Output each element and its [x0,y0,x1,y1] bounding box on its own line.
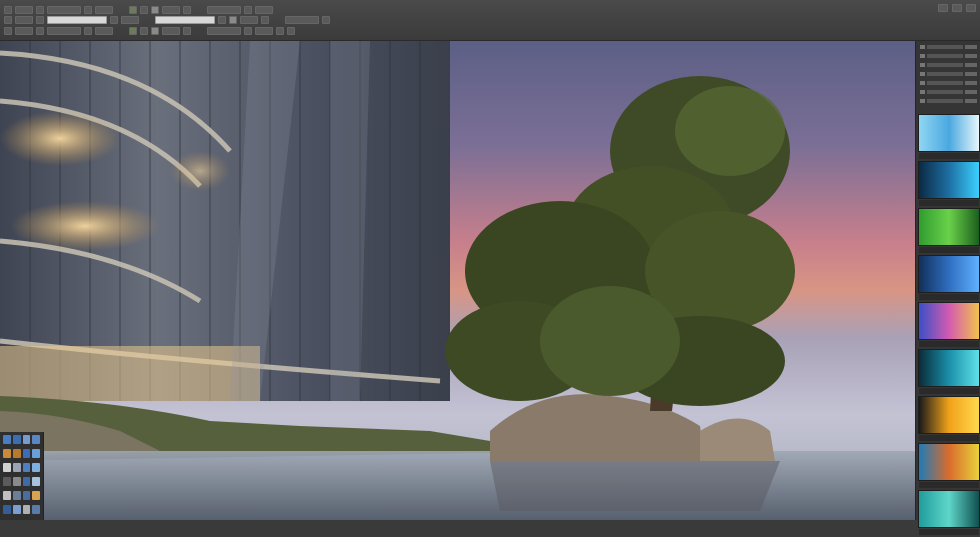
tree-rocks [490,394,780,511]
thumbnail-caption-bar [919,341,979,347]
thumb-blue-grid[interactable] [918,255,980,300]
thumbnail-caption-bar [919,388,979,394]
thumb-green[interactable] [918,208,980,253]
toolbar-button[interactable] [121,16,139,24]
toolbar-button[interactable] [322,16,330,24]
color-swatch[interactable] [32,505,40,514]
thumbnail-list [918,114,980,537]
minimize-button[interactable] [938,4,948,12]
thumb-circuit[interactable] [918,161,980,206]
thumb-wave[interactable] [918,349,980,394]
thumbnail-caption-bar [919,200,979,206]
color-swatch[interactable] [3,449,11,458]
viewport-canvas[interactable] [0,41,915,520]
properties-section [916,41,980,104]
property-row[interactable] [920,62,977,68]
toolbar-button[interactable] [240,16,258,24]
building [0,41,450,401]
tree [445,76,795,411]
color-swatch[interactable] [12,491,21,500]
toolbar-button[interactable] [4,27,12,35]
toolbar-button[interactable] [255,27,273,35]
thumbnail-caption-bar [919,482,979,488]
toolbar-button[interactable] [84,27,92,35]
window-controls [938,4,976,12]
color-swatch[interactable] [12,435,21,444]
toolbar-field[interactable] [47,16,107,24]
toolbar-button[interactable] [287,27,295,35]
toolbar-button[interactable] [229,16,237,24]
thumbnail-caption-bar [919,247,979,253]
toolbar-button[interactable] [183,27,191,35]
color-swatch[interactable] [3,477,11,486]
color-swatch[interactable] [3,435,11,444]
property-row[interactable] [920,98,977,104]
property-row[interactable] [920,71,977,77]
toolbar-row-3 [0,24,295,38]
toolbar-button[interactable] [140,27,148,35]
toolbar-button[interactable] [110,16,118,24]
thumb-ice[interactable] [918,114,980,159]
color-swatch[interactable] [12,505,21,514]
color-swatch[interactable] [3,505,11,514]
color-swatch[interactable] [32,477,40,486]
close-button[interactable] [966,4,976,12]
toolbar-button[interactable] [36,16,44,24]
toolbar-button[interactable] [207,27,241,35]
thumbnail-caption-bar [919,153,979,159]
color-swatch[interactable] [22,491,31,500]
color-swatch[interactable] [12,463,21,472]
thumb-spectrum[interactable] [918,302,980,347]
toolbar-button[interactable] [162,27,180,35]
color-swatch[interactable] [3,491,11,500]
toolbar-button[interactable] [4,16,12,24]
thumb-teal[interactable] [918,490,980,535]
color-swatch[interactable] [22,477,31,486]
toolbar-button[interactable] [218,16,226,24]
toolbar-button[interactable] [285,16,319,24]
color-swatch[interactable] [32,491,40,500]
toolbar-button[interactable] [15,27,33,35]
color-swatch[interactable] [22,435,31,444]
color-swatch[interactable] [12,449,21,458]
toolbar-button[interactable] [276,27,284,35]
toolbar-button[interactable] [244,27,252,35]
color-swatch[interactable] [22,505,31,514]
swatch-panel [0,432,44,520]
thumb-bars[interactable] [918,443,980,488]
thumbnail-caption-bar [919,294,979,300]
toolbar-button[interactable] [15,16,33,24]
color-swatch[interactable] [32,449,40,458]
scene-render [0,41,915,520]
thumbnail-caption-bar [919,435,979,441]
property-row[interactable] [920,89,977,95]
maximize-button[interactable] [952,4,962,12]
toolbar-button[interactable] [36,27,44,35]
toolbar-button[interactable] [261,16,269,24]
color-swatch[interactable] [3,463,11,472]
application-toolbar [0,0,980,41]
color-swatch[interactable] [32,463,40,472]
color-swatch[interactable] [12,477,21,486]
toolbar-button[interactable] [151,27,159,35]
property-row[interactable] [920,53,977,59]
thumb-sunset[interactable] [918,396,980,441]
toolbar-button[interactable] [95,27,113,35]
thumbnail-caption-bar [919,529,979,535]
color-swatch[interactable] [22,463,31,472]
toolbar-button[interactable] [47,27,81,35]
color-swatch[interactable] [32,435,40,444]
property-row[interactable] [920,44,977,50]
toolbar-field[interactable] [155,16,215,24]
property-row[interactable] [920,80,977,86]
right-side-panel [915,41,980,535]
toolbar-button[interactable] [129,27,137,35]
color-swatch[interactable] [22,449,31,458]
